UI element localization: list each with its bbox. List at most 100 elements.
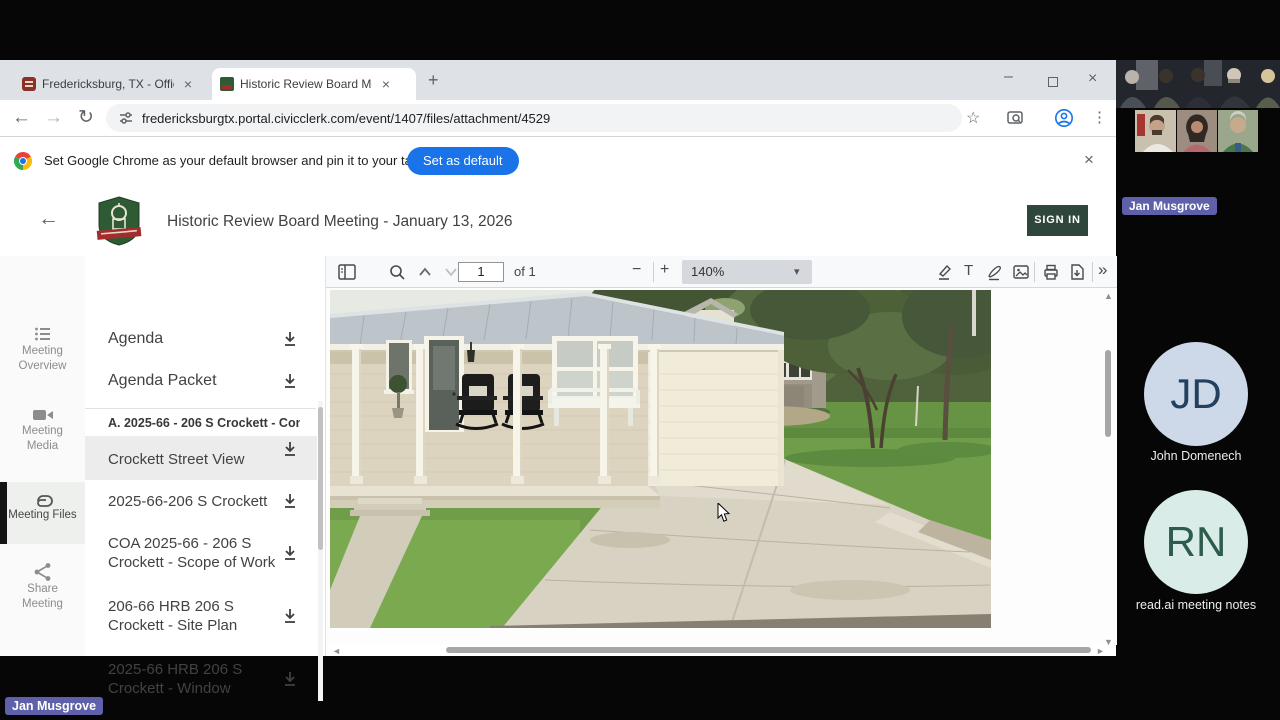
webcam-thumb-1[interactable] (1135, 110, 1176, 152)
list-divider (85, 408, 316, 409)
address-bar[interactable]: fredericksburgtx.portal.civicclerk.com/e… (106, 104, 962, 132)
participant-avatar-jd[interactable]: JD (1144, 342, 1248, 446)
file-label: 2025-66 HRB 206 S Crockett - Window (108, 661, 243, 697)
zoom-level-select[interactable]: 140% ▾ (682, 260, 812, 284)
url-text: fredericksburgtx.portal.civicclerk.com/e… (142, 110, 551, 126)
self-name-label: Jan Musgrove (5, 697, 104, 715)
banner-message: Set Google Chrome as your default browse… (44, 153, 444, 168)
back-button[interactable]: ← (12, 105, 31, 131)
download-icon[interactable] (281, 670, 299, 688)
browser-tab-meeting[interactable]: Historic Review Board Meeting × (212, 68, 416, 100)
print-icon[interactable] (1042, 263, 1060, 281)
hscroll-right-arrow[interactable]: ► (1096, 647, 1105, 656)
page-number-input[interactable]: 1 (458, 262, 504, 282)
highlight-tool-icon[interactable] (936, 263, 954, 281)
sidebar-item-meeting-media[interactable]: Meeting Media (0, 406, 85, 454)
zoom-out-button[interactable]: − (632, 261, 641, 279)
pdf-toolbar: 1 of 1 − + 140% ▾ T » (326, 256, 1117, 288)
vscroll-down-arrow[interactable]: ▼ (1104, 638, 1113, 647)
webcam-thumb-3[interactable] (1218, 110, 1258, 152)
window-close-button[interactable]: × (1088, 70, 1097, 88)
sidebar-label: Meeting Media (22, 425, 63, 452)
more-tools-icon[interactable]: » (1098, 260, 1107, 280)
profile-icon[interactable] (1054, 108, 1074, 128)
default-browser-banner: Set Google Chrome as your default browse… (0, 137, 1116, 185)
agenda-item-section-header: A. 2025-66 - 206 S Crockett - Consider .… (108, 416, 300, 430)
street-view-photo (330, 290, 991, 628)
sign-in-button[interactable]: SIGN IN (1027, 205, 1088, 236)
toolbar-separator (1092, 262, 1093, 282)
meeting-title: Historic Review Board Meeting - January … (167, 213, 513, 230)
file-label: 206-66 HRB 206 S Crockett - Site Plan (108, 598, 238, 634)
sidebar-item-meeting-files[interactable]: Meeting Files (0, 482, 85, 544)
meeting-files-list: Agenda Agenda Packet A. 2025-66 - 206 S … (85, 256, 325, 701)
portal-sidebar: Meeting Overview Meeting Media Meeting F… (0, 256, 85, 656)
hscroll-left-arrow[interactable]: ◄ (332, 647, 341, 656)
paperclip-icon (36, 495, 53, 507)
download-file-icon[interactable] (1068, 263, 1086, 281)
draw-tool-icon[interactable] (986, 263, 1004, 281)
city-logo (96, 196, 142, 246)
download-icon[interactable] (281, 607, 299, 625)
share-icon (34, 563, 50, 581)
vscroll-thumb[interactable] (1105, 350, 1111, 437)
set-as-default-button[interactable]: Set as default (407, 147, 519, 175)
participant-name: John Domenech (1150, 449, 1242, 463)
browser-toolbar: ← → ↻ fredericksburgtx.portal.civicclerk… (0, 100, 1116, 137)
sidebar-item-share-meeting[interactable]: Share Meeting (0, 562, 85, 612)
file-label: COA 2025-66 - 206 S Crockett - Scope of … (108, 535, 276, 571)
hscroll-thumb[interactable] (446, 647, 1091, 653)
download-icon[interactable] (281, 440, 299, 458)
webcam-thumb-2[interactable] (1177, 110, 1217, 152)
file-label: 2025-66-206 S Crockett (108, 493, 268, 510)
download-icon[interactable] (281, 492, 299, 510)
chrome-logo-icon (14, 152, 32, 170)
zoom-in-button[interactable]: + (660, 261, 669, 279)
presenter-name-label: Jan Musgrove (1122, 197, 1217, 215)
search-icon[interactable] (388, 263, 406, 281)
insert-image-icon[interactable] (1012, 263, 1030, 281)
chrome-menu-icon[interactable]: ⋮ (1092, 108, 1107, 126)
participant-name: read.ai meeting notes (1135, 598, 1257, 612)
vscroll-up-arrow[interactable]: ▲ (1104, 292, 1113, 301)
file-label: Crockett Street View (108, 451, 245, 468)
previous-page-icon[interactable] (416, 263, 434, 281)
participant-avatar-rn[interactable]: RN (1144, 490, 1248, 594)
maximize-icon (1048, 77, 1058, 87)
chevron-down-icon: ▾ (794, 266, 800, 278)
sidebar-item-meeting-overview[interactable]: Meeting Overview (0, 324, 85, 374)
mouse-cursor (717, 503, 731, 522)
new-tab-button[interactable]: + (428, 70, 439, 91)
fredericksburg-favicon-icon (22, 77, 36, 91)
tab-close-icon[interactable]: × (180, 77, 196, 91)
portal-back-button[interactable]: ← (38, 207, 59, 231)
site-settings-icon[interactable] (118, 110, 134, 126)
sidebar-label: Meeting Files (8, 509, 77, 521)
browser-tab-strip: Fredericksburg, TX - Official W × Histor… (0, 60, 1116, 100)
banner-close-icon[interactable]: × (1084, 150, 1094, 170)
window-minimize-button[interactable]: – (1004, 68, 1013, 86)
reload-button[interactable]: ↻ (78, 105, 94, 131)
search-tabs-icon[interactable] (1006, 109, 1024, 127)
browser-tab-fredericksburg[interactable]: Fredericksburg, TX - Official W × (14, 68, 206, 100)
download-icon[interactable] (281, 330, 299, 348)
toolbar-separator (653, 262, 654, 282)
tab-label: Fredericksburg, TX - Official W (42, 77, 174, 91)
avatar-initials: RN (1165, 518, 1227, 565)
download-icon[interactable] (281, 544, 299, 562)
active-indicator (0, 482, 7, 544)
window-maximize-button[interactable] (1048, 74, 1058, 92)
download-icon[interactable] (281, 372, 299, 390)
portal-header: ← Historic Review Board Meeting - Januar… (0, 185, 1116, 256)
forward-button[interactable]: → (44, 105, 63, 131)
file-label: Agenda (108, 330, 164, 347)
civicclerk-favicon-icon (220, 77, 234, 91)
tab-close-icon[interactable]: × (378, 77, 394, 91)
avatar-initials: JD (1170, 370, 1222, 417)
toolbar-separator (1034, 262, 1035, 282)
bookmark-star-icon[interactable]: ☆ (966, 108, 980, 128)
text-tool-icon[interactable]: T (964, 262, 973, 279)
thumbnail-panel-icon[interactable] (338, 263, 356, 281)
list-scrollbar-thumb[interactable] (318, 407, 323, 550)
webcam-room-video[interactable] (1116, 60, 1280, 108)
